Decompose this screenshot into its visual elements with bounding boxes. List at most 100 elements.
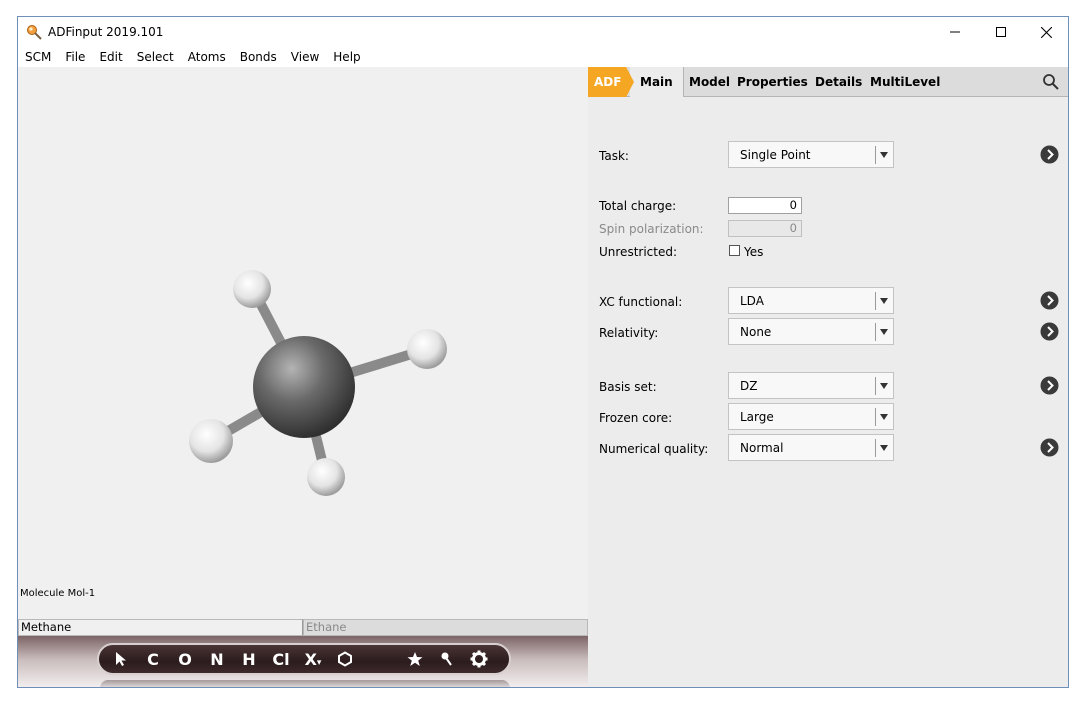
element-cl-button[interactable]: Cl	[265, 645, 297, 673]
pin-tool-button[interactable]	[431, 645, 463, 673]
element-x-label: X	[304, 649, 317, 669]
pointer-arrow-icon	[116, 652, 126, 666]
star-icon	[407, 652, 423, 666]
builder-toolbar-strip: C O N H Cl X ▾	[18, 636, 588, 687]
molecule-tab-methane[interactable]: Methane	[18, 619, 303, 636]
menu-view[interactable]: View	[284, 47, 326, 67]
tab-properties[interactable]: Properties	[737, 75, 808, 89]
task-details-button[interactable]	[1040, 145, 1059, 164]
gear-icon	[470, 650, 488, 668]
menu-bar: SCM File Edit Select Atoms Bonds View He…	[18, 47, 1068, 67]
maximize-icon	[996, 27, 1006, 37]
settings-panel: Main ADF Model Properties Details MultiL…	[588, 67, 1068, 687]
task-select[interactable]: Single Point	[728, 141, 894, 168]
xc-functional-value: LDA	[740, 294, 764, 308]
spin-polarization-label: Spin polarization:	[599, 222, 704, 236]
favorites-button[interactable]	[399, 645, 431, 673]
select-separator	[875, 408, 876, 426]
relativity-details-button[interactable]	[1040, 322, 1059, 341]
pointer-tool-button[interactable]	[105, 645, 137, 673]
molecule-canvas[interactable]	[18, 67, 588, 619]
numerical-quality-label: Numerical quality:	[599, 442, 709, 456]
element-o-button[interactable]: O	[169, 645, 201, 673]
minimize-icon	[950, 31, 960, 33]
atom-hydrogen-4[interactable]	[307, 458, 345, 496]
element-h-button[interactable]: H	[233, 645, 265, 673]
adf-breadcrumb[interactable]: ADF	[594, 75, 621, 89]
element-x-dropdown-icon: ▾	[316, 658, 322, 668]
xc-functional-label: XC functional:	[599, 295, 683, 309]
relativity-select[interactable]: None	[728, 318, 894, 345]
tab-details[interactable]: Details	[815, 75, 862, 89]
title-bar: ADFinput 2019.101	[18, 17, 1068, 47]
numerical-quality-value: Normal	[740, 441, 784, 455]
frozen-core-select[interactable]: Large	[728, 403, 894, 430]
element-n-button[interactable]: N	[201, 645, 233, 673]
atom-carbon[interactable]	[253, 336, 355, 438]
atom-hydrogen-2[interactable]	[407, 329, 447, 369]
basis-set-details-button[interactable]	[1040, 376, 1059, 395]
builder-toolbar: C O N H Cl X ▾	[97, 643, 511, 675]
adf-app-icon	[27, 25, 42, 40]
search-icon[interactable]	[1042, 73, 1060, 91]
settings-button[interactable]	[463, 645, 495, 673]
hexagon-ring-icon	[338, 651, 352, 667]
atom-hydrogen-3[interactable]	[189, 419, 233, 463]
atom-hydrogen-1[interactable]	[233, 270, 271, 308]
chevron-down-icon	[880, 383, 888, 389]
numerical-quality-select[interactable]: Normal	[728, 434, 894, 461]
chevron-down-icon	[880, 152, 888, 158]
select-separator	[875, 292, 876, 310]
chevron-down-icon	[880, 298, 888, 304]
menu-bonds[interactable]: Bonds	[233, 47, 284, 67]
select-separator	[875, 377, 876, 395]
relativity-value: None	[740, 325, 772, 339]
frozen-core-label: Frozen core:	[599, 411, 673, 425]
select-separator	[875, 146, 876, 164]
menu-scm[interactable]: SCM	[18, 47, 58, 67]
ring-tool-button[interactable]	[329, 645, 361, 673]
select-separator	[875, 323, 876, 341]
total-charge-field[interactable]: 0	[728, 197, 802, 214]
molecule-tabs: Methane Ethane	[18, 619, 588, 636]
menu-file[interactable]: File	[58, 47, 92, 67]
tab-model[interactable]: Model	[689, 75, 730, 89]
frozen-core-value: Large	[740, 410, 774, 424]
tab-main[interactable]: Main	[630, 67, 684, 97]
element-c-button[interactable]: C	[137, 645, 169, 673]
menu-select[interactable]: Select	[130, 47, 181, 67]
task-label: Task:	[599, 149, 629, 163]
unrestricted-checkbox[interactable]	[729, 245, 740, 256]
menu-edit[interactable]: Edit	[92, 47, 129, 67]
total-charge-label: Total charge:	[599, 199, 677, 213]
xc-details-button[interactable]	[1040, 291, 1059, 310]
spin-polarization-field[interactable]: 0	[728, 220, 802, 237]
chevron-down-icon	[880, 445, 888, 451]
task-value: Single Point	[740, 148, 811, 162]
toolbar-reflection	[100, 680, 510, 687]
molecule-tab-ethane[interactable]: Ethane	[303, 619, 588, 636]
molecule-viewer[interactable]: Molecule Mol-1	[18, 67, 588, 619]
basis-set-value: DZ	[740, 379, 758, 393]
chevron-down-icon	[880, 414, 888, 420]
tab-main-label: Main	[640, 75, 673, 89]
minimize-button[interactable]	[932, 17, 978, 47]
pin-icon	[441, 652, 452, 666]
xc-functional-select[interactable]: LDA	[728, 287, 894, 314]
numerical-quality-details-button[interactable]	[1040, 438, 1059, 457]
close-icon	[1040, 26, 1052, 38]
basis-set-select[interactable]: DZ	[728, 372, 894, 399]
element-x-button[interactable]: X ▾	[297, 645, 329, 673]
basis-set-label: Basis set:	[599, 380, 657, 394]
unrestricted-label: Unrestricted:	[599, 245, 678, 259]
chevron-down-icon	[880, 329, 888, 335]
tab-multilevel[interactable]: MultiLevel	[870, 75, 940, 89]
panel-tab-bar: Main ADF Model Properties Details MultiL…	[588, 67, 1068, 97]
menu-help[interactable]: Help	[326, 47, 367, 67]
molecule-label: Molecule Mol-1	[20, 588, 96, 599]
close-button[interactable]	[1023, 17, 1068, 47]
maximize-button[interactable]	[978, 17, 1024, 47]
menu-atoms[interactable]: Atoms	[181, 47, 233, 67]
unrestricted-option-label[interactable]: Yes	[744, 245, 763, 259]
app-window: ADFinput 2019.101 SCM File Edit Select A…	[17, 16, 1069, 688]
